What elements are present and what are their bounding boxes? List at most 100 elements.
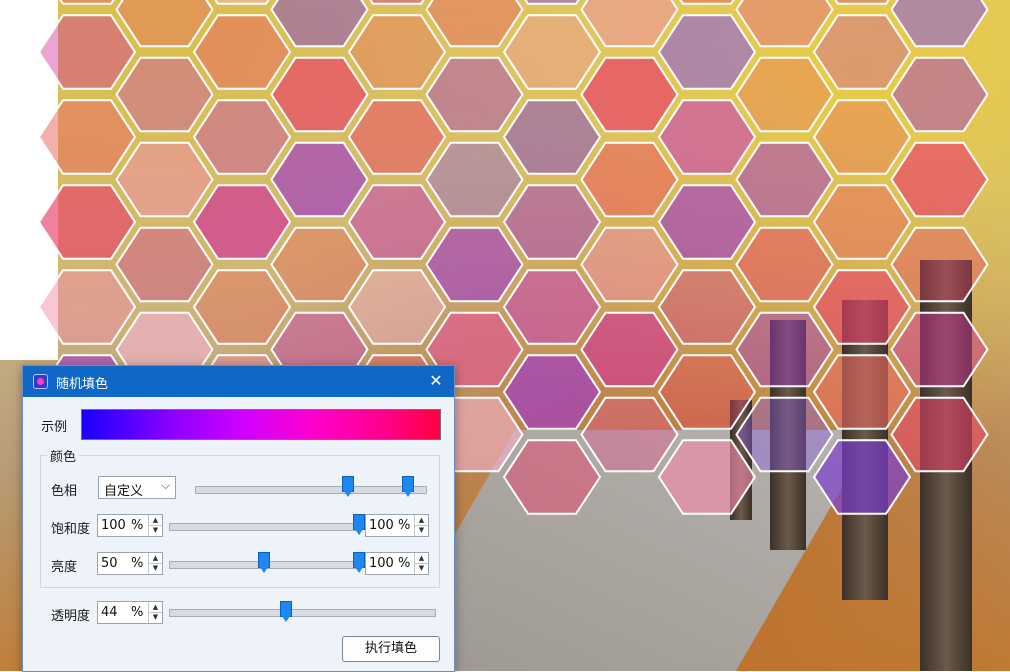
hexagon-cell xyxy=(812,184,912,260)
app-icon xyxy=(33,374,48,389)
saturation-max-spinbox[interactable]: 100 % ▲ ▼ xyxy=(365,514,429,537)
brightness-min-thumb[interactable] xyxy=(258,552,270,573)
spin-down-icon[interactable]: ▼ xyxy=(149,612,162,622)
dialog-title: 随机填色 xyxy=(56,377,109,392)
random-fill-dialog: 随机填色 ✕ 示例 颜色 色相 自定义 ⌵ 饱和度 100 % ▲ ▼ 100 %… xyxy=(22,365,455,672)
brightness-min-value: 50 xyxy=(101,556,118,571)
spin-down-icon[interactable]: ▼ xyxy=(149,525,162,535)
hue-label: 色相 xyxy=(51,484,78,499)
opacity-value: 44 xyxy=(101,605,118,620)
opacity-label: 透明度 xyxy=(51,609,91,624)
hexagon-cell xyxy=(115,0,214,48)
hexagon-cell xyxy=(657,439,757,515)
hexagon-cell xyxy=(115,56,214,133)
hexagon-cell xyxy=(502,269,602,345)
brightness-label: 亮度 xyxy=(51,560,78,575)
spin-down-icon[interactable]: ▼ xyxy=(415,525,428,535)
hexagon-cell xyxy=(270,0,369,48)
color-preview-bar xyxy=(81,409,441,440)
opacity-unit: % xyxy=(131,605,144,620)
hue-mode-select[interactable]: 自定义 ⌵ xyxy=(98,476,176,499)
hexagon-cell xyxy=(890,0,989,48)
saturation-max-thumb[interactable] xyxy=(353,514,365,535)
close-icon[interactable]: ✕ xyxy=(423,369,449,393)
hexagon-cell xyxy=(502,439,602,515)
hexagon-cell xyxy=(580,56,679,133)
hexagon-cell xyxy=(192,14,292,90)
hexagon-cell xyxy=(502,99,602,175)
brightness-min-unit: % xyxy=(131,556,144,571)
hue-max-thumb[interactable] xyxy=(402,476,415,497)
spin-down-icon[interactable]: ▼ xyxy=(415,563,428,573)
hexagon-cell xyxy=(115,141,214,218)
saturation-min-value: 100 xyxy=(101,518,126,533)
hexagon-cell xyxy=(425,0,524,48)
hexagon-cell xyxy=(347,99,447,175)
hexagon-cell xyxy=(580,311,679,388)
hexagon-cell xyxy=(657,99,757,175)
hexagon-cell xyxy=(347,184,447,260)
hexagon-cell xyxy=(580,141,679,218)
hexagon-cell xyxy=(347,14,447,90)
opacity-thumb[interactable] xyxy=(280,601,293,622)
hexagon-cell xyxy=(115,226,214,303)
hexagon-cell xyxy=(735,226,834,303)
hexagon-cell xyxy=(735,396,834,473)
hexagon-cell xyxy=(502,354,602,430)
hexagon-cell xyxy=(425,226,524,303)
saturation-slider-track[interactable] xyxy=(169,523,359,531)
hue-mode-value: 自定义 xyxy=(104,484,144,499)
hexagon-cell xyxy=(657,269,757,345)
brightness-max-thumb[interactable] xyxy=(353,552,365,573)
saturation-min-spinbox[interactable]: 100 % ▲ ▼ xyxy=(97,514,163,537)
hexagon-cell xyxy=(890,226,989,303)
spin-down-icon[interactable]: ▼ xyxy=(149,563,162,573)
hexagon-cell xyxy=(270,226,369,303)
hexagon-cell xyxy=(890,396,989,473)
brightness-min-spinbox[interactable]: 50 % ▲ ▼ xyxy=(97,552,163,575)
hexagon-cell xyxy=(192,99,292,175)
hexagon-cell xyxy=(192,269,292,345)
execute-fill-button[interactable]: 执行填色 xyxy=(342,636,440,662)
hexagon-cell xyxy=(735,56,834,133)
hexagon-cell xyxy=(580,0,679,48)
hexagon-cell xyxy=(425,141,524,218)
hexagon-cell xyxy=(347,269,447,345)
dialog-titlebar[interactable]: 随机填色 ✕ xyxy=(23,366,454,397)
hexagon-cell xyxy=(890,311,989,388)
hexagon-cell xyxy=(735,141,834,218)
hexagon-cell xyxy=(735,0,834,48)
hexagon-cell xyxy=(270,141,369,218)
hexagon-cell xyxy=(425,56,524,133)
hexagon-cell xyxy=(812,354,912,430)
hexagon-cell xyxy=(812,99,912,175)
hexagon-cell xyxy=(812,14,912,90)
hexagon-cell xyxy=(657,354,757,430)
hue-slider-track[interactable] xyxy=(195,486,427,494)
opacity-slider-track[interactable] xyxy=(169,609,436,617)
brightness-max-value: 100 xyxy=(369,556,394,571)
saturation-min-unit: % xyxy=(131,518,144,533)
hexagon-cell xyxy=(580,396,679,473)
opacity-spinbox[interactable]: 44 % ▲ ▼ xyxy=(97,601,163,624)
preview-label: 示例 xyxy=(41,420,68,435)
chevron-down-icon: ⌵ xyxy=(161,478,171,492)
hexagon-cell xyxy=(812,269,912,345)
hexagon-cell xyxy=(270,56,369,133)
hexagon-cell xyxy=(657,14,757,90)
saturation-max-value: 100 xyxy=(369,518,394,533)
hexagon-cell xyxy=(657,184,757,260)
hexagon-cell xyxy=(812,439,912,515)
brightness-max-spinbox[interactable]: 100 % ▲ ▼ xyxy=(365,552,429,575)
hexagon-cell xyxy=(735,311,834,388)
hexagon-cell xyxy=(192,184,292,260)
hexagon-cell xyxy=(580,226,679,303)
brightness-max-unit: % xyxy=(398,556,411,571)
hexagon-cell xyxy=(890,56,989,133)
hexagon-cell xyxy=(502,184,602,260)
hexagon-cell xyxy=(890,141,989,218)
color-group-label: 颜色 xyxy=(47,446,80,465)
saturation-max-unit: % xyxy=(398,518,411,533)
hue-min-thumb[interactable] xyxy=(342,476,355,497)
saturation-label: 饱和度 xyxy=(51,522,91,537)
